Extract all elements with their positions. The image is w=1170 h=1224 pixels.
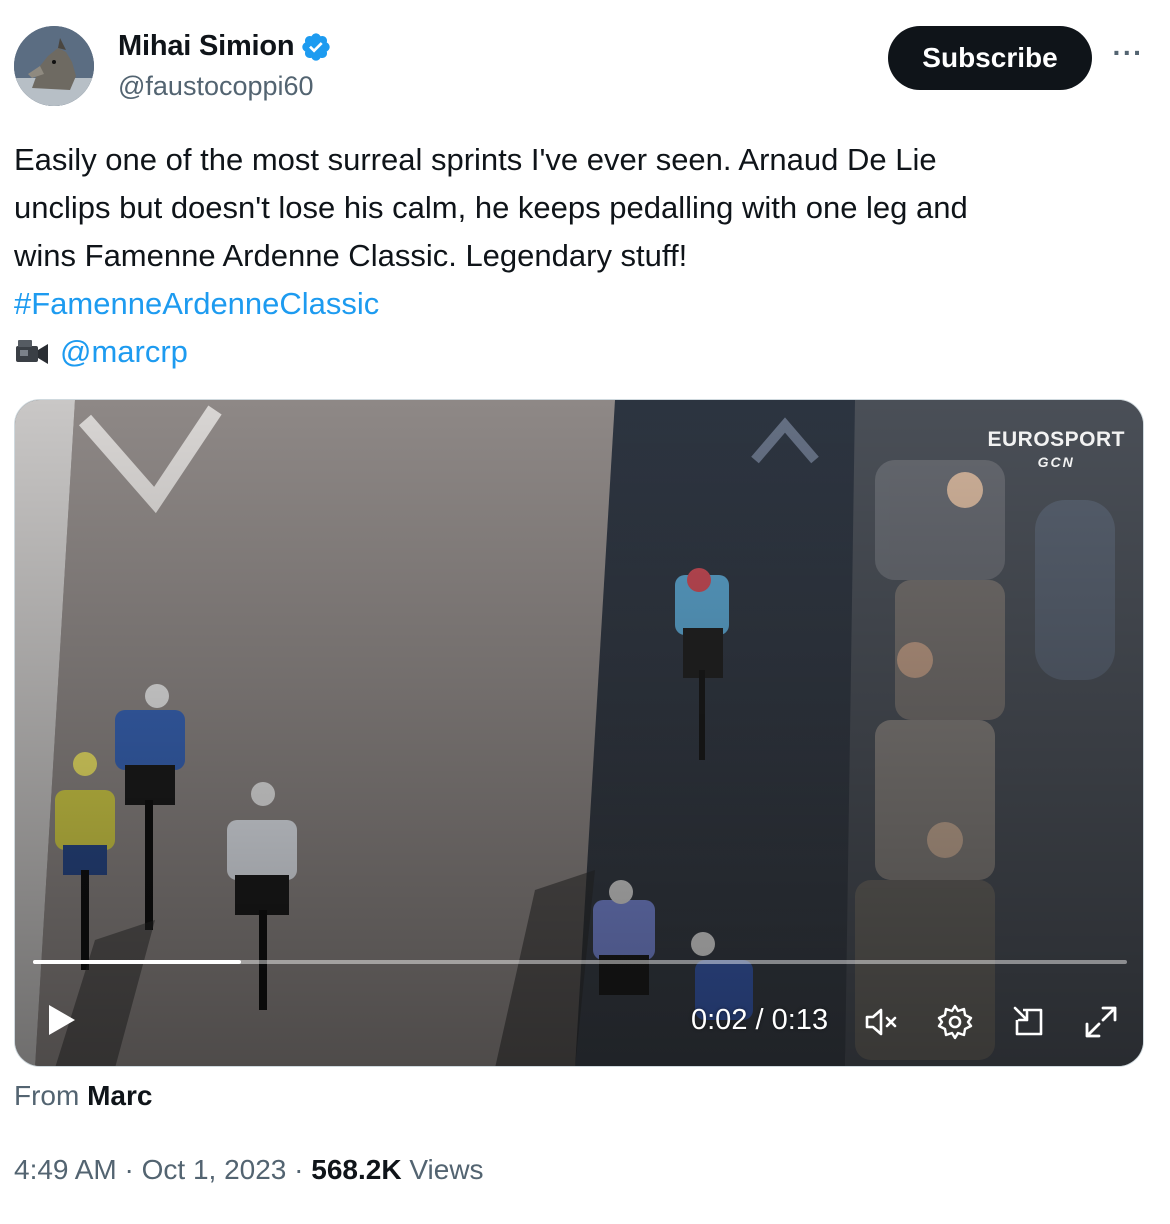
hashtag-link[interactable]: #FamenneArdenneClassic xyxy=(14,286,379,321)
broadcaster-watermark: EUROSPORT GCN xyxy=(987,428,1125,470)
mute-icon[interactable] xyxy=(861,1002,901,1042)
author-name-row: Mihai Simion xyxy=(118,30,332,63)
views-count: 568.2K xyxy=(311,1154,402,1185)
wolf-avatar-image xyxy=(14,26,94,106)
gcn-logo-text: GCN xyxy=(1037,454,1075,470)
settings-icon[interactable] xyxy=(935,1002,975,1042)
video-camera-icon xyxy=(16,340,48,364)
tweet-text: Easily one of the most surreal sprints I… xyxy=(14,136,1144,376)
tweet-metadata: 4:49 AM · Oct 1, 2023 · 568.2K Views xyxy=(14,1154,484,1186)
video-duration: 0:13 xyxy=(771,1004,829,1036)
video-current-time: 0:02 xyxy=(691,1004,748,1036)
tweet-header: Mihai Simion @faustocoppi60 Subscribe ··… xyxy=(14,24,1156,108)
avatar[interactable] xyxy=(14,26,94,106)
subscribe-button[interactable]: Subscribe xyxy=(888,26,1092,90)
video-frame xyxy=(15,400,1143,1066)
eurosport-logo-text: EUROSPORT xyxy=(987,428,1125,451)
pip-icon[interactable] xyxy=(1009,1002,1049,1042)
video-progress-fill xyxy=(33,960,241,964)
video-time-display: 0:02 / 0:13 xyxy=(691,1004,829,1036)
tweet-time[interactable]: 4:49 AM xyxy=(14,1154,117,1185)
views-label: Views xyxy=(409,1154,484,1185)
video-attribution: From Marc xyxy=(14,1080,152,1112)
video-progress-bar[interactable] xyxy=(33,960,1127,964)
author-handle[interactable]: @faustocoppi60 xyxy=(118,71,314,102)
credit-mention-link[interactable]: @marcrp xyxy=(60,334,188,369)
tweet-text-line: unclips but doesn't lose his calm, he ke… xyxy=(14,190,968,225)
tweet-date[interactable]: Oct 1, 2023 xyxy=(142,1154,287,1185)
meta-separator: · xyxy=(124,1154,134,1185)
tweet-text-line: Easily one of the most surreal sprints I… xyxy=(14,142,937,177)
more-options-icon[interactable]: ··· xyxy=(1108,39,1148,72)
tweet-text-line: wins Famenne Ardenne Classic. Legendary … xyxy=(14,238,688,273)
author-display-name[interactable]: Mihai Simion xyxy=(118,30,295,63)
fullscreen-icon[interactable] xyxy=(1081,1002,1121,1042)
video-player[interactable]: EUROSPORT GCN 0:02 / 0:13 xyxy=(14,399,1144,1067)
play-icon[interactable] xyxy=(43,1002,79,1038)
attribution-source-link[interactable]: Marc xyxy=(87,1080,152,1111)
meta-separator: · xyxy=(294,1154,304,1185)
attribution-prefix: From xyxy=(14,1080,80,1111)
verified-badge-icon xyxy=(302,32,331,61)
